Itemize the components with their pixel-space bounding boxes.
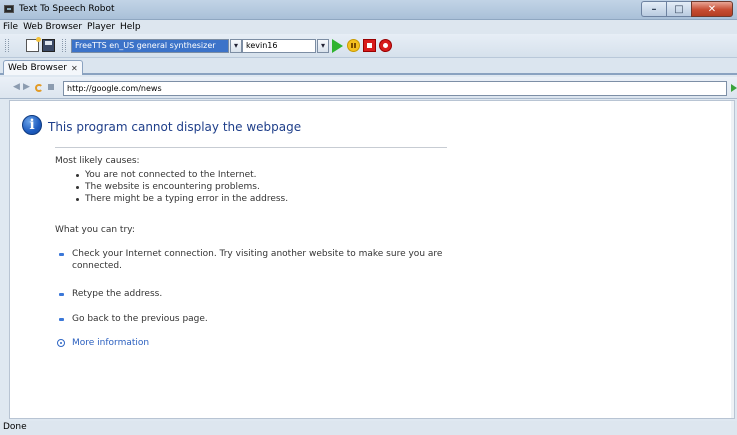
- menu-player[interactable]: Player: [87, 22, 115, 32]
- url-input[interactable]: [63, 81, 727, 96]
- web-content: i This program cannot display the webpag…: [9, 100, 735, 419]
- tab-strip: Web Browser ✕: [0, 58, 737, 75]
- new-file-icon[interactable]: [26, 37, 41, 52]
- window-title: Text To Speech Robot: [19, 4, 115, 14]
- more-information-link[interactable]: More information: [72, 338, 149, 348]
- expand-icon[interactable]: [57, 339, 65, 347]
- menu-file[interactable]: File: [3, 22, 18, 32]
- info-icon: i: [22, 115, 42, 135]
- play-icon[interactable]: [332, 39, 343, 53]
- list-item: You are not connected to the Internet.: [76, 169, 288, 181]
- forward-icon[interactable]: ▶: [23, 82, 30, 92]
- close-icon[interactable]: ✕: [71, 62, 78, 75]
- address-bar: ◀ ▶: [0, 77, 737, 99]
- causes-heading: Most likely causes:: [55, 156, 140, 166]
- go-icon[interactable]: [731, 84, 737, 92]
- menu-web-browser[interactable]: Web Browser: [23, 22, 82, 32]
- try-item: Retype the address.: [72, 289, 163, 299]
- synthesizer-select[interactable]: FreeTTS en_US general synthesizer: [71, 39, 229, 53]
- list-item: The website is encountering problems.: [76, 181, 288, 193]
- refresh-icon[interactable]: [35, 84, 43, 92]
- bullet-icon: [59, 293, 64, 296]
- toolbar-grip[interactable]: [62, 39, 64, 52]
- tab-web-browser[interactable]: Web Browser ✕: [3, 60, 83, 75]
- close-button[interactable]: ✕: [691, 1, 733, 17]
- toolbar-grip[interactable]: [65, 39, 67, 52]
- chevron-down-icon[interactable]: ▾: [317, 39, 329, 53]
- toolbar-grip[interactable]: [5, 39, 7, 52]
- list-item: There might be a typing error in the add…: [76, 193, 288, 205]
- minimize-button[interactable]: –: [641, 1, 666, 17]
- window-controls: – □ ✕: [641, 1, 733, 17]
- status-text: Done: [3, 422, 27, 432]
- stop-loading-icon[interactable]: [48, 84, 54, 90]
- status-bar: Done: [0, 421, 737, 435]
- causes-list: You are not connected to the Internet. T…: [76, 169, 288, 205]
- divider: [55, 147, 447, 148]
- bullet-icon: [59, 253, 64, 256]
- tab-label: Web Browser: [8, 62, 67, 73]
- try-item: Go back to the previous page.: [72, 314, 208, 324]
- menu-help[interactable]: Help: [120, 22, 141, 32]
- page-title: This program cannot display the webpage: [48, 120, 302, 134]
- voice-select[interactable]: kevin16: [242, 39, 316, 53]
- title-bar: Text To Speech Robot – □ ✕: [0, 0, 737, 20]
- record-icon[interactable]: [379, 39, 392, 52]
- back-icon[interactable]: ◀: [13, 82, 20, 92]
- scrollbar[interactable]: [731, 101, 734, 418]
- maximize-button[interactable]: □: [666, 1, 691, 17]
- save-icon[interactable]: [42, 39, 55, 52]
- bullet-icon: [59, 318, 64, 321]
- toolbar: FreeTTS en_US general synthesizer ▾ kevi…: [0, 34, 737, 58]
- try-heading: What you can try:: [55, 225, 135, 235]
- stop-icon[interactable]: [363, 39, 376, 52]
- menu-bar: File Web Browser Player Help: [0, 20, 737, 34]
- app-icon: [4, 5, 14, 13]
- try-item: Check your Internet connection. Try visi…: [72, 249, 443, 271]
- toolbar-grip[interactable]: [8, 39, 10, 52]
- pause-icon[interactable]: [347, 39, 360, 52]
- chevron-down-icon[interactable]: ▾: [230, 39, 242, 53]
